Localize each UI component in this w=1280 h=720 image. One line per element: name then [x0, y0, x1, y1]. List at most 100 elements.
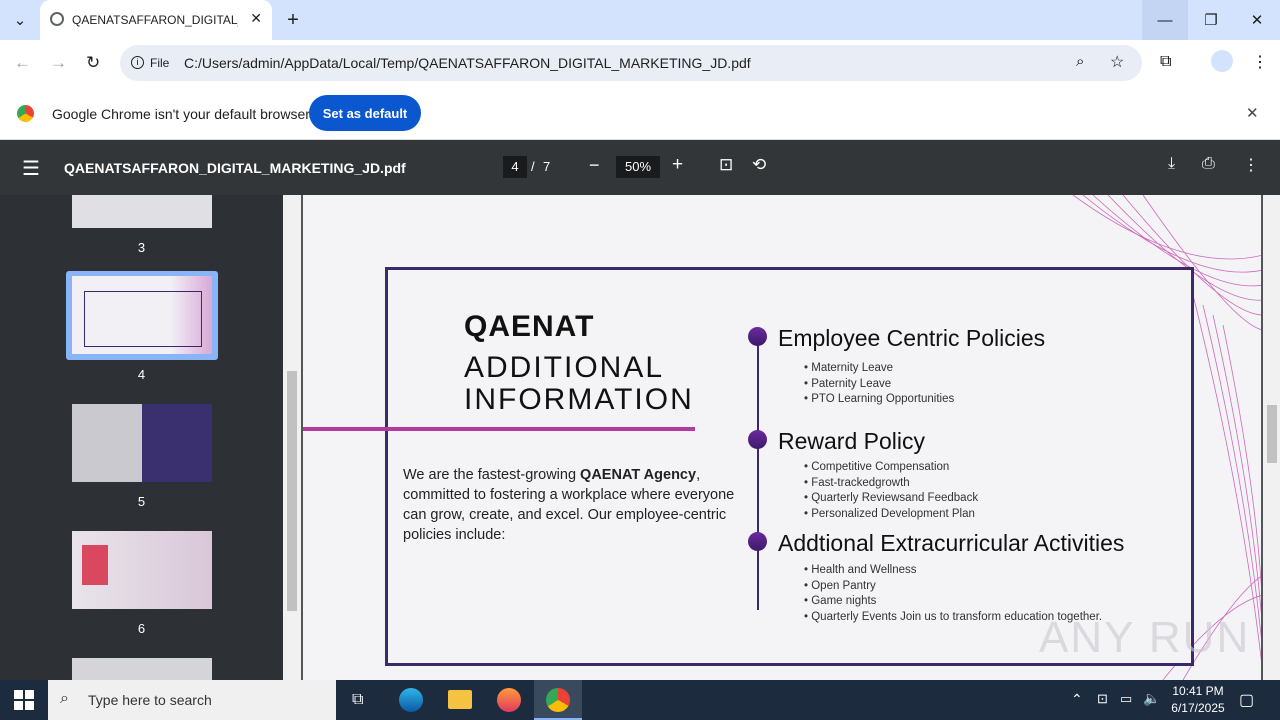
pdf-viewer: QAENAT ADDITIONAL INFORMATION We are the…: [301, 195, 1263, 680]
globe-icon: [50, 12, 64, 26]
pdf-toolbar: ☰ QAENATSAFFARON_DIGITAL_MARKETING_JD.pd…: [0, 140, 1280, 195]
list-item: PTO Learning Opportunities: [804, 392, 954, 408]
intro-bold: QAENAT Agency: [580, 467, 697, 483]
sidebar-menu-icon[interactable]: ☰: [22, 156, 40, 181]
thumbnail-page-4[interactable]: [72, 276, 212, 354]
thumbnail-number: 5: [137, 494, 146, 509]
taskbar-search[interactable]: ⌕ Type here to search: [48, 680, 336, 720]
task-view-icon[interactable]: ⧉: [352, 691, 363, 709]
thumbnail-number: 6: [137, 621, 146, 636]
info-icon[interactable]: i: [131, 56, 144, 69]
volume-icon[interactable]: 🔈: [1143, 690, 1160, 707]
list-item: Fast-trackedgrowth: [804, 476, 978, 492]
list-item: Paternity Leave: [804, 377, 954, 393]
download-icon[interactable]: ⤓: [1168, 155, 1175, 173]
restore-button[interactable]: ❐: [1188, 0, 1234, 40]
list-item: Open Pantry: [804, 579, 1102, 595]
heading-line-2: INFORMATION: [464, 383, 694, 416]
toolbar: ← → ↻ i File C:/Users/admin/AppData/Loca…: [0, 40, 1280, 86]
pdf-filename: QAENATSAFFARON_DIGITAL_MARKETING_JD.pdf: [64, 160, 406, 176]
heading-line-1: ADDITIONAL: [464, 351, 665, 384]
minimize-button[interactable]: —: [1142, 0, 1188, 40]
page-total: 7: [543, 159, 551, 174]
notifications-icon[interactable]: ▢: [1239, 690, 1254, 710]
timeline-dot: [748, 532, 767, 551]
timeline-dot: [748, 430, 767, 449]
tab-search-button[interactable]: ⌄: [0, 0, 40, 40]
tray-chevron-icon[interactable]: ⌃: [1071, 691, 1083, 708]
section-title: Employee Centric Policies: [778, 325, 1046, 351]
section-title: Addtional Extracurricular Activities: [778, 530, 1125, 556]
thumbnail-sidebar: 3 4 5 6: [0, 195, 283, 680]
close-infobar-icon[interactable]: ✕: [1246, 104, 1259, 122]
file-explorer-icon[interactable]: [448, 690, 472, 709]
timeline-line: [757, 330, 759, 610]
list-item: Maternity Leave: [804, 361, 954, 377]
chrome-taskbar-button[interactable]: [534, 680, 582, 720]
tab-title: QAENATSAFFARON_DIGITAL_M: [72, 13, 238, 27]
network-icon[interactable]: ⊡: [1097, 691, 1108, 707]
back-icon[interactable]: ←: [14, 53, 31, 73]
extensions-icon[interactable]: ⧉: [1160, 53, 1171, 71]
close-window-button[interactable]: ✕: [1234, 0, 1280, 40]
menu-icon[interactable]: ⋮: [1252, 52, 1268, 72]
sidebar-scrollbar[interactable]: [283, 195, 301, 680]
content-frame: QAENAT ADDITIONAL INFORMATION We are the…: [385, 267, 1194, 666]
brand-logo: QAENAT: [464, 310, 595, 343]
page-number-input[interactable]: 4: [503, 156, 527, 178]
address-bar[interactable]: i File C:/Users/admin/AppData/Local/Temp…: [120, 45, 1142, 81]
forward-icon[interactable]: →: [50, 53, 67, 73]
infobar-message: Google Chrome isn't your default browser: [52, 106, 310, 122]
set-default-button[interactable]: Set as default: [309, 95, 421, 131]
timeline-dot: [748, 327, 767, 346]
close-tab-icon[interactable]: ✕: [250, 10, 262, 27]
thumbnail-page-3[interactable]: [72, 195, 212, 228]
new-tab-button[interactable]: +: [270, 0, 316, 40]
page-separator: /: [531, 159, 535, 174]
default-browser-infobar: Google Chrome isn't your default browser…: [0, 86, 1280, 140]
intro-text: We are the fastest-growing: [403, 467, 581, 483]
accent-line: [303, 427, 695, 431]
zoom-icon[interactable]: ⌕: [1076, 53, 1084, 70]
thumbnail-number: 3: [137, 240, 146, 255]
url-text[interactable]: C:/Users/admin/AppData/Local/Temp/QAENAT…: [184, 55, 751, 71]
file-chip: File: [150, 56, 170, 70]
thumbnail-page-7[interactable]: [72, 658, 212, 680]
section-title: Reward Policy: [778, 428, 925, 454]
reload-icon[interactable]: ↻: [86, 53, 100, 73]
list-item: Game nights: [804, 594, 1102, 610]
thumbnail-page-6[interactable]: [72, 531, 212, 609]
firefox-icon[interactable]: [497, 688, 521, 712]
windows-start-icon[interactable]: [14, 690, 34, 710]
list-item: Quarterly Reviewsand Feedback: [804, 491, 978, 507]
pdf-page: QAENAT ADDITIONAL INFORMATION We are the…: [303, 195, 1261, 680]
clock-date[interactable]: 6/17/2025: [1166, 701, 1230, 715]
thumbnail-number: 4: [137, 367, 146, 382]
wifi-icon[interactable]: ▭: [1120, 691, 1132, 707]
section-list: Maternity Leave Paternity Leave PTO Lear…: [804, 361, 954, 408]
zoom-in-icon[interactable]: +: [672, 154, 683, 176]
search-placeholder: Type here to search: [88, 692, 212, 708]
clock-time[interactable]: 10:41 PM: [1172, 684, 1224, 698]
chrome-icon: [546, 688, 570, 712]
zoom-out-icon[interactable]: −: [589, 155, 600, 176]
active-tab[interactable]: QAENATSAFFARON_DIGITAL_M ✕: [40, 0, 272, 40]
zoom-level-input[interactable]: 50%: [616, 156, 660, 178]
thumbnail-page-5[interactable]: [72, 404, 212, 482]
chrome-logo-icon: [17, 105, 34, 122]
watermark: ANY RUN: [1039, 613, 1251, 662]
profile-icon[interactable]: [1211, 50, 1233, 72]
edge-icon[interactable]: [399, 688, 423, 712]
print-icon[interactable]: ⎙: [1202, 155, 1215, 173]
rotate-icon[interactable]: ⟲: [752, 155, 766, 175]
list-item: Personalized Development Plan: [804, 507, 978, 523]
more-actions-icon[interactable]: ⋮: [1243, 155, 1259, 175]
tab-strip: ⌄ QAENATSAFFARON_DIGITAL_M ✕ + — ❐ ✕: [0, 0, 1280, 40]
list-item: Competitive Compensation: [804, 460, 978, 476]
intro-paragraph: We are the fastest-growing QAENAT Agency…: [403, 465, 753, 545]
page-scrollbar[interactable]: [1263, 195, 1280, 680]
list-item: Health and Wellness: [804, 563, 1102, 579]
bookmark-star-icon[interactable]: ☆: [1110, 52, 1124, 72]
slide-heading: ADDITIONAL INFORMATION: [464, 352, 694, 416]
fit-page-icon[interactable]: ⊡: [719, 155, 733, 175]
